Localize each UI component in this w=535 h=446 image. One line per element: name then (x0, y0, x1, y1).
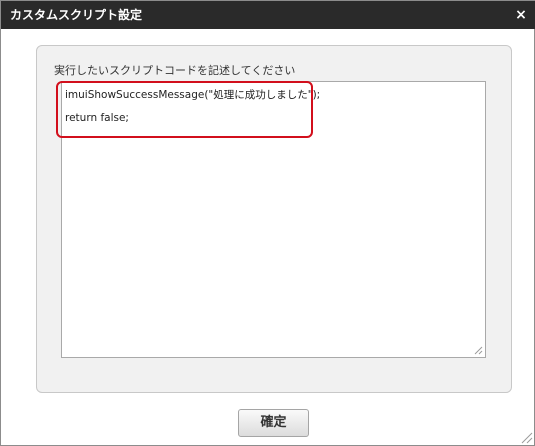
dialog-titlebar[interactable]: カスタムスクリプト設定 × (1, 1, 535, 29)
code-highlight-box (56, 81, 313, 138)
window-resize-grip-icon[interactable] (519, 430, 533, 444)
confirm-button[interactable]: 確定 (238, 409, 309, 437)
dialog-title: カスタムスクリプト設定 (10, 8, 143, 22)
textarea-resize-grip-icon[interactable] (474, 346, 483, 355)
close-icon[interactable]: × (513, 6, 529, 24)
script-instruction-label: 実行したいスクリプトコードを記述してください (54, 64, 296, 77)
custom-script-dialog: カスタムスクリプト設定 × 実行したいスクリプトコードを記述してください imu… (0, 0, 535, 446)
